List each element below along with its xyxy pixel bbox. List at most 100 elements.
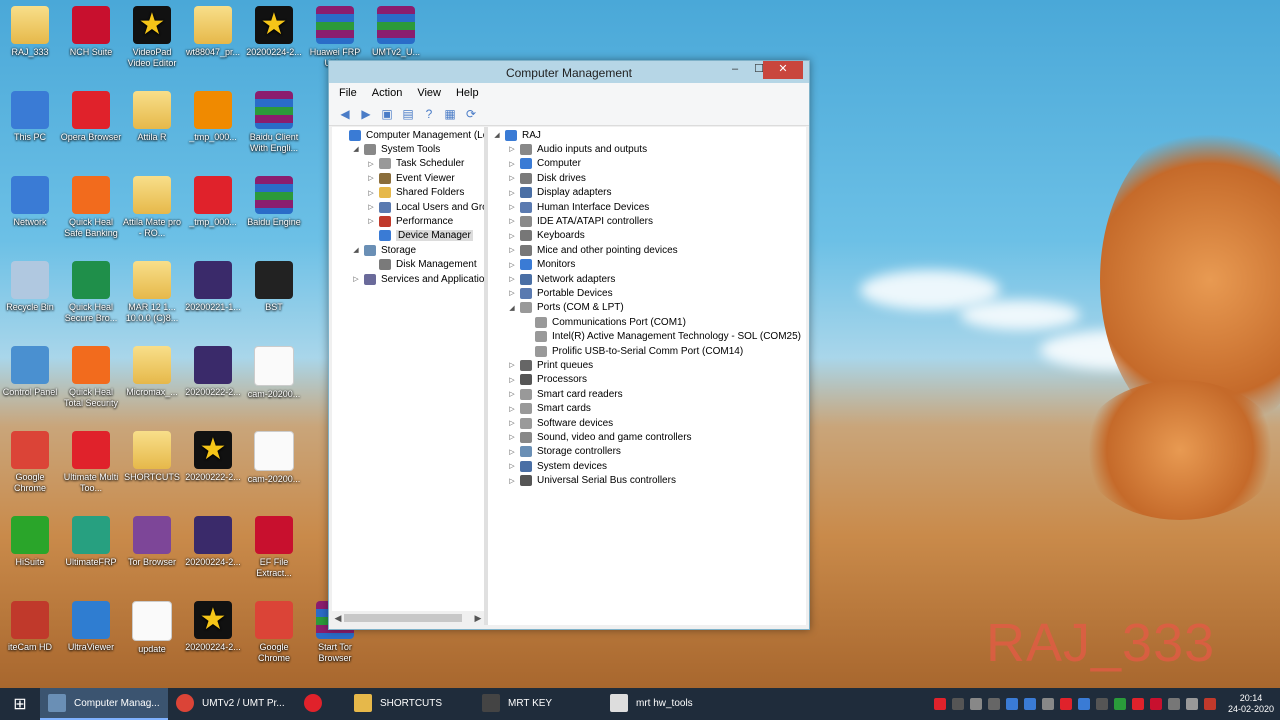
desktop-icon[interactable]: Control Panel <box>0 342 61 424</box>
device-node[interactable]: ▷ Universal Serial Bus controllers <box>507 474 676 488</box>
taskbar-item[interactable]: Computer Manag... <box>40 688 168 720</box>
tray-icon[interactable] <box>1023 698 1036 710</box>
tree-node[interactable]: ▷ Shared Folders <box>366 186 464 200</box>
tree-node[interactable]: ▷ Performance <box>366 214 453 228</box>
expand-icon[interactable]: ▷ <box>366 217 376 225</box>
expand-icon[interactable]: ▷ <box>507 390 517 398</box>
taskbar-item[interactable] <box>296 688 346 720</box>
scroll-left-icon[interactable]: ◀ <box>332 611 344 625</box>
desktop-icon[interactable]: Baidu Engine <box>243 172 305 254</box>
device-node[interactable]: ▷ Software devices <box>507 416 613 430</box>
desktop-icon[interactable]: Tor Browser <box>121 512 183 594</box>
collapse-icon[interactable]: ◢ <box>351 145 361 153</box>
desktop-icon[interactable]: Baidu Client With Engli... <box>243 87 305 169</box>
desktop-icon[interactable]: wt88047_pr... <box>182 2 244 84</box>
up-folder-icon[interactable]: ▣ <box>379 106 395 122</box>
desktop-icon[interactable]: UltimateFRP <box>60 512 122 594</box>
tree-node[interactable]: ▷ Local Users and Groups <box>366 200 484 214</box>
expand-icon[interactable]: ▷ <box>507 145 517 153</box>
desktop-icon[interactable]: cam-20200... <box>243 342 305 424</box>
tree-node[interactable]: ▷ Event Viewer <box>366 171 455 185</box>
scroll-right-icon[interactable]: ▶ <box>472 611 484 625</box>
desktop-icon[interactable]: 20200224-2... <box>182 512 244 594</box>
taskbar-item[interactable]: UMTv2 / UMT Pr... <box>168 688 296 720</box>
expand-icon[interactable]: ▷ <box>507 289 517 297</box>
desktop-icon[interactable]: Google Chrome <box>243 597 305 679</box>
tray-icon[interactable] <box>1005 698 1018 710</box>
tray-icon[interactable] <box>951 698 964 710</box>
title-bar[interactable]: Computer Management – ☐ ✕ <box>329 61 809 83</box>
device-node[interactable]: ▷ Keyboards <box>507 229 585 243</box>
tray-icon[interactable] <box>987 698 1000 710</box>
tree-node[interactable]: ◢ Storage <box>351 243 416 257</box>
device-node[interactable]: ▷ Mice and other pointing devices <box>507 243 678 257</box>
menu-help[interactable]: Help <box>456 87 479 99</box>
desktop-icon[interactable]: VideoPad Video Editor <box>121 2 183 84</box>
horizontal-scrollbar[interactable]: ◀ ▶ <box>332 611 484 625</box>
tray-icon[interactable] <box>1095 698 1108 710</box>
desktop-icon[interactable]: Recycle Bin <box>0 257 61 339</box>
tray-icon[interactable] <box>1059 698 1072 710</box>
desktop-icon[interactable]: Micromax_... <box>121 342 183 424</box>
expand-icon[interactable]: ▷ <box>507 477 517 485</box>
start-button[interactable]: ⊞ <box>0 688 40 720</box>
device-node[interactable]: ▷ IDE ATA/ATAPI controllers <box>507 214 653 228</box>
expand-icon[interactable]: ▷ <box>507 433 517 441</box>
desktop-icon[interactable]: update <box>121 597 183 679</box>
expand-icon[interactable]: ▷ <box>366 203 376 211</box>
desktop-icon[interactable]: Ultimate Multi Too... <box>60 427 122 509</box>
desktop-icon[interactable]: Attila Mate pro - RO... <box>121 172 183 254</box>
forward-icon[interactable]: ▶ <box>358 106 374 122</box>
clock[interactable]: 20:14 24-02-2020 <box>1228 693 1274 715</box>
tray-icon[interactable] <box>969 698 982 710</box>
menu-file[interactable]: File <box>339 87 357 99</box>
collapse-icon[interactable]: ◢ <box>351 246 361 254</box>
device-node[interactable]: ▷ Human Interface Devices <box>507 200 649 214</box>
desktop-icon[interactable]: HiSuite <box>0 512 61 594</box>
desktop-icon[interactable]: SHORTCUTS <box>121 427 183 509</box>
desktop-icon[interactable]: Quick Heal Total Security <box>60 342 122 424</box>
desktop-icon[interactable]: Quick Heal Secure Bro... <box>60 257 122 339</box>
tray-icon[interactable] <box>1185 698 1198 710</box>
device-node[interactable]: ▷ Disk drives <box>507 171 586 185</box>
device-node[interactable]: ▷ Computer <box>507 157 581 171</box>
taskbar-item[interactable]: SHORTCUTS <box>346 688 474 720</box>
desktop-icon[interactable]: RAJ_333 <box>0 2 61 84</box>
close-button[interactable]: ✕ <box>763 61 803 79</box>
expand-icon[interactable]: ▷ <box>507 275 517 283</box>
menu-view[interactable]: View <box>417 87 441 99</box>
desktop-icon[interactable]: Network <box>0 172 61 254</box>
desktop-icon[interactable]: 20200224-2... <box>243 2 305 84</box>
expand-icon[interactable]: ▷ <box>507 189 517 197</box>
device-node[interactable]: ◢ RAJ <box>492 128 541 142</box>
device-node[interactable]: ▷ Processors <box>507 373 587 387</box>
computer-management-window[interactable]: Computer Management – ☐ ✕ File Action View… <box>328 60 810 630</box>
device-node[interactable]: ▷ Network adapters <box>507 272 615 286</box>
device-node[interactable]: ◢ Ports (COM & LPT) <box>507 301 624 315</box>
device-node[interactable]: ▷ Print queues <box>507 358 593 372</box>
show-hide-icon[interactable]: ▤ <box>400 106 416 122</box>
properties-icon[interactable]: ▦ <box>442 106 458 122</box>
expand-icon[interactable]: ▷ <box>507 462 517 470</box>
expand-icon[interactable]: ▷ <box>507 361 517 369</box>
device-node[interactable]: ▷ Monitors <box>507 258 575 272</box>
desktop-icon[interactable]: _tmp_000... <box>182 87 244 169</box>
tray-icon[interactable] <box>1131 698 1144 710</box>
expand-icon[interactable]: ▷ <box>366 189 376 197</box>
desktop-icon[interactable]: BST <box>243 257 305 339</box>
tray-icon[interactable] <box>933 698 946 710</box>
desktop-icon[interactable]: UltraViewer <box>60 597 122 679</box>
device-node[interactable]: Communications Port (COM1) <box>522 315 686 329</box>
expand-icon[interactable]: ▷ <box>507 419 517 427</box>
collapse-icon[interactable]: ◢ <box>507 304 517 312</box>
help-icon[interactable]: ? <box>421 106 437 122</box>
expand-icon[interactable]: ▷ <box>351 275 361 283</box>
desktop-icon[interactable]: 20200221-1... <box>182 257 244 339</box>
device-tree-pane[interactable]: ◢ RAJ ▷ Audio inputs and outputs ▷ Computer ▷ D… <box>488 127 806 625</box>
desktop-icon[interactable]: 20200222-2... <box>182 427 244 509</box>
desktop-icon[interactable]: MAR 12 1... 10.0.0 (C)8... <box>121 257 183 339</box>
desktop-icon[interactable]: 20200224-2... <box>182 597 244 679</box>
tree-node[interactable]: Device Manager <box>366 229 473 243</box>
expand-icon[interactable]: ▷ <box>507 448 517 456</box>
device-node[interactable]: ▷ Smart card readers <box>507 387 623 401</box>
